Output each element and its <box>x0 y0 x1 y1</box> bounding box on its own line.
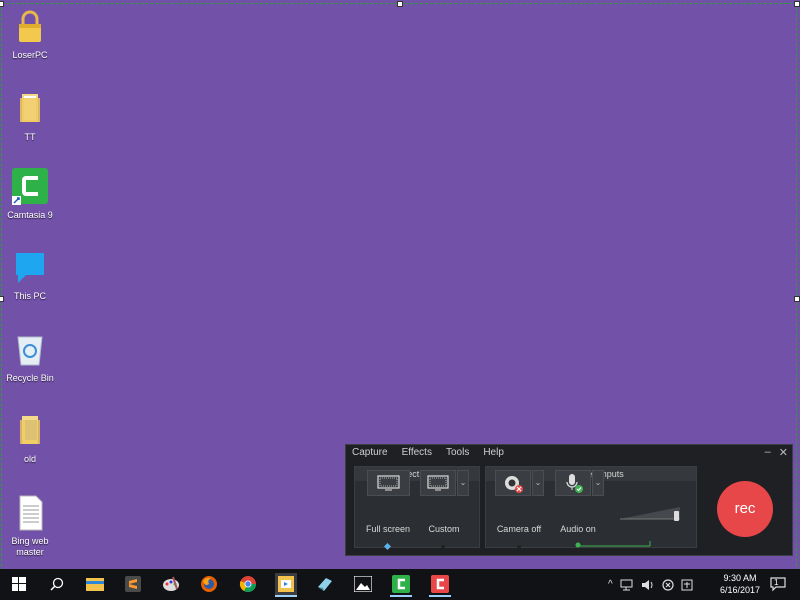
camtasia-icon <box>392 575 410 593</box>
clock-date: 6/16/2017 <box>719 585 760 595</box>
taskbar-camtasia-recorder[interactable] <box>429 573 451 597</box>
resize-handle-mr[interactable] <box>794 296 800 302</box>
taskbar-photos[interactable] <box>352 573 374 595</box>
chevron-down-icon: ⌄ <box>594 478 602 487</box>
taskbar-screen-recorder[interactable] <box>275 573 297 597</box>
this-pc-icon <box>16 253 44 283</box>
full-screen-selected-indicator <box>384 543 392 551</box>
file-explorer-icon <box>86 578 104 591</box>
audio-volume-slider[interactable] <box>618 503 684 523</box>
monitor-icon <box>377 475 400 491</box>
camera-dropdown[interactable]: ⌄ <box>532 470 544 496</box>
camera-label: Camera off <box>496 524 542 534</box>
custom-label: Custom <box>428 524 460 534</box>
minimize-button[interactable]: – <box>765 446 771 459</box>
system-tray: ^ <box>608 569 693 600</box>
audio-toggle-button[interactable] <box>555 470 591 496</box>
firefox-icon <box>201 576 217 592</box>
volume-slider-track <box>620 507 680 521</box>
desktop-icon-camtasia-9[interactable]: Camtasia 9 <box>2 168 58 221</box>
menu-effects[interactable]: Effects <box>402 447 432 458</box>
camera-off-icon <box>505 476 523 493</box>
desktop-icon-this-pc[interactable]: This PC <box>2 249 58 302</box>
full-screen-label: Full screen <box>365 524 410 534</box>
resize-handle-tl[interactable] <box>0 1 4 7</box>
start-button[interactable] <box>8 573 30 595</box>
desktop-icon-tt[interactable]: TT <box>2 90 58 143</box>
desktop-icon-label: old <box>23 454 36 464</box>
window-controls: – ✕ <box>765 446 788 459</box>
taskbar-file-explorer[interactable] <box>84 573 106 595</box>
sketch-icon <box>318 578 332 591</box>
taskbar-firefox[interactable] <box>198 573 220 595</box>
folder-icon <box>20 416 40 444</box>
clock-time: 9:30 AM <box>723 573 757 583</box>
desktop-icon-recycle-bin[interactable]: Recycle Bin <box>2 331 58 384</box>
full-screen-button[interactable] <box>367 470 410 496</box>
camera-off-indicator <box>517 545 521 549</box>
taskbar-camtasia[interactable] <box>390 573 412 597</box>
chevron-down-icon: ⌄ <box>459 478 467 487</box>
custom-area-button[interactable] <box>420 470 456 496</box>
record-button[interactable]: rec <box>717 481 773 537</box>
desktop-icon-label: This PC <box>13 291 46 301</box>
notification-count-badge: 1 <box>774 578 779 587</box>
audio-level-meter <box>575 541 651 548</box>
recycle-bin-icon <box>17 336 43 366</box>
chrome-icon <box>239 576 257 593</box>
windows-start-icon <box>12 577 26 591</box>
desktop-icon-label: Bing web master <box>11 536 49 557</box>
camtasia-recorder-icon <box>431 575 449 593</box>
chevron-down-icon: ⌄ <box>534 478 542 487</box>
close-button[interactable]: ✕ <box>779 446 788 459</box>
desktop-icon-label: Recycle Bin <box>6 373 54 383</box>
search-button[interactable] <box>46 573 68 595</box>
input-method-icon[interactable] <box>681 579 693 591</box>
photos-icon <box>354 576 372 592</box>
camtasia-recorder: Capture Effects Tools Help – ✕ Select ar… <box>345 444 793 556</box>
document-icon <box>19 495 43 531</box>
desktop-icon-label: TT <box>24 132 36 142</box>
search-icon <box>50 577 64 591</box>
menu-tools[interactable]: Tools <box>446 447 469 458</box>
camtasia-icon <box>12 168 48 205</box>
audio-label: Audio on <box>560 524 596 534</box>
resize-handle-tr[interactable] <box>794 1 800 7</box>
recorder-menu-bar: Capture Effects Tools Help <box>352 447 504 458</box>
taskbar-clock[interactable]: 9:30 AM 6/16/2017 <box>720 572 760 596</box>
audio-dropdown[interactable]: ⌄ <box>592 470 604 496</box>
screen-recorder-icon <box>278 576 294 592</box>
chevron-up-icon[interactable]: ^ <box>608 579 613 590</box>
taskbar-sketch[interactable] <box>314 573 336 595</box>
desktop-icon-label: Camtasia 9 <box>7 210 53 220</box>
desktop-icon-loserpc[interactable]: LoserPC <box>2 8 58 61</box>
menu-capture[interactable]: Capture <box>352 447 388 458</box>
volume-icon[interactable] <box>641 579 655 591</box>
desktop-icon-old[interactable]: old <box>2 412 58 465</box>
taskbar: ^ 9:30 AM 6/16/2017 1 <box>0 569 800 600</box>
custom-area-dropdown[interactable]: ⌄ <box>457 470 469 496</box>
microphone-on-icon <box>566 474 583 493</box>
lock-icon <box>19 10 41 42</box>
taskbar-paint[interactable] <box>160 573 182 595</box>
menu-help[interactable]: Help <box>483 447 504 458</box>
custom-region-icon <box>427 475 449 491</box>
sublime-icon <box>125 576 141 592</box>
desktop-icon-label: LoserPC <box>12 50 48 60</box>
taskbar-chrome[interactable] <box>237 573 259 595</box>
network-icon[interactable] <box>620 579 634 591</box>
desktop-icon-bing-web-master[interactable]: Bing web master <box>2 494 58 558</box>
action-center-button[interactable]: 1 <box>770 576 786 592</box>
resize-handle-tc[interactable] <box>397 1 403 7</box>
close-circle-icon[interactable] <box>662 578 674 591</box>
folder-icon <box>20 94 40 122</box>
custom-unselected-indicator <box>441 545 445 549</box>
camera-toggle-button[interactable] <box>495 470 531 496</box>
paint-icon <box>163 576 179 591</box>
taskbar-sublime[interactable] <box>122 573 144 595</box>
